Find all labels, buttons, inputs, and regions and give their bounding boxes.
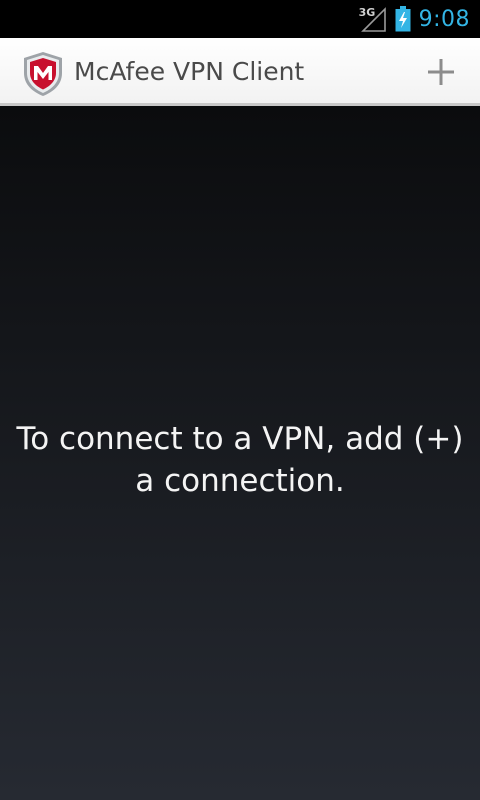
app-screen: 3G 9:08 McAfee VPN Client To connect to … [0, 0, 480, 800]
empty-state-message: To connect to a VPN, add (+) a connectio… [16, 421, 464, 499]
status-bar: 3G 9:08 [0, 0, 480, 38]
plus-icon [428, 59, 454, 85]
battery-charging-icon [395, 6, 411, 32]
status-clock: 9:08 [418, 6, 470, 32]
app-title: McAfee VPN Client [74, 57, 305, 86]
action-bar: McAfee VPN Client [0, 38, 480, 106]
mcafee-shield-icon [24, 52, 62, 96]
status-icons: 3G 9:08 [359, 0, 470, 38]
add-connection-button[interactable] [416, 47, 466, 97]
connection-list-area: To connect to a VPN, add (+) a connectio… [0, 106, 480, 800]
signal-icon [360, 7, 386, 32]
signal-indicator: 3G [359, 5, 387, 33]
